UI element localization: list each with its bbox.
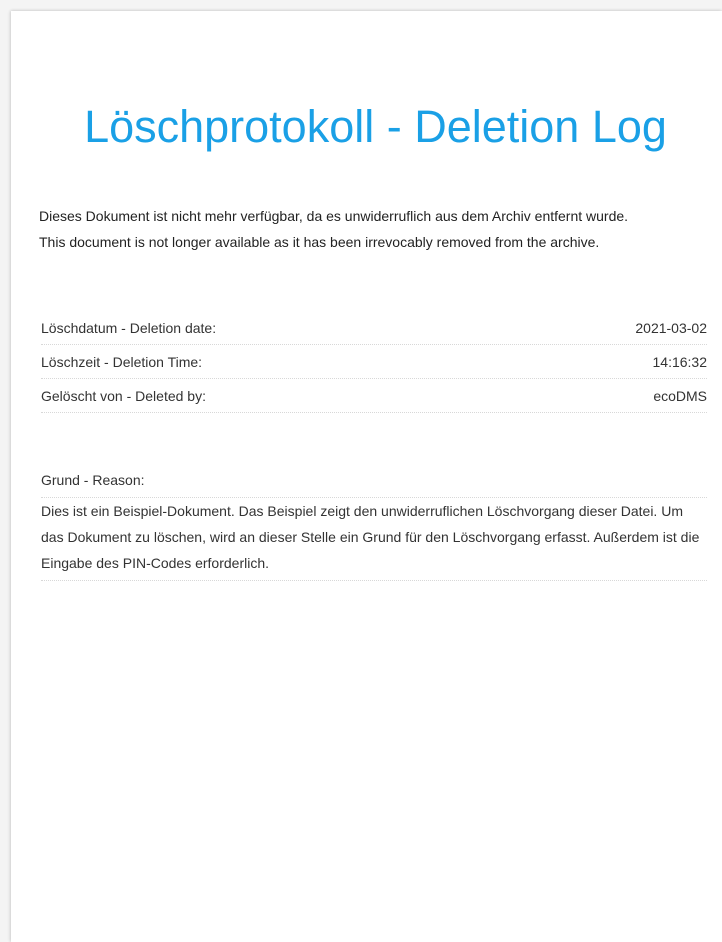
deletion-time-value: 14:16:32 <box>652 353 708 370</box>
deletion-date-value: 2021-03-02 <box>635 319 707 336</box>
intro-english: This document is not longer available as… <box>39 234 600 250</box>
deletion-date-label: Löschdatum - Deletion date: <box>41 319 217 336</box>
table-row: Gelöscht von - Deleted by: ecoDMS <box>41 379 707 413</box>
reason-section: Grund - Reason: Dies ist ein Beispiel-Do… <box>41 464 707 581</box>
document-page: Löschprotokoll - Deletion Log Dieses Dok… <box>11 11 722 942</box>
deleted-by-label: Gelöscht von - Deleted by: <box>41 387 206 404</box>
intro-german: Dieses Dokument ist nicht mehr verfügbar… <box>39 208 629 224</box>
table-row: Löschzeit - Deletion Time: 14:16:32 <box>41 345 707 379</box>
intro-text: Dieses Dokument ist nicht mehr verfügbar… <box>39 203 719 255</box>
reason-text: Dies ist ein Beispiel-Dokument. Das Beis… <box>41 498 707 581</box>
reason-label: Grund - Reason: <box>41 464 707 498</box>
deletion-info-table: Löschdatum - Deletion date: 2021-03-02 L… <box>41 311 707 413</box>
table-row: Löschdatum - Deletion date: 2021-03-02 <box>41 311 707 345</box>
deletion-time-label: Löschzeit - Deletion Time: <box>41 353 203 370</box>
page-title: Löschprotokoll - Deletion Log <box>84 101 667 152</box>
deleted-by-value: ecoDMS <box>653 387 707 404</box>
